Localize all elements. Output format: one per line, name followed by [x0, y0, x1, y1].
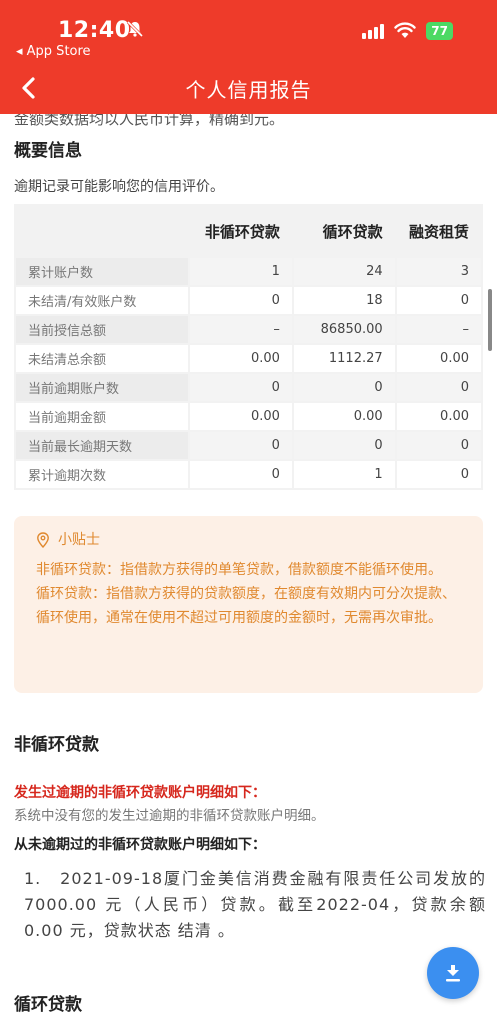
revolving-title: 循环贷款 — [14, 995, 82, 1015]
report-content[interactable]: 金额类数据均以人民币计算，精确到元。 概要信息 逾期记录可能影响您的信用评价。 … — [0, 114, 497, 1030]
back-to-app-store[interactable]: ◂ App Store — [16, 44, 91, 59]
cell: 0.00 — [396, 403, 481, 430]
column-header: 融资租赁 — [396, 206, 481, 256]
battery-level: 77 — [426, 22, 453, 40]
tip-non-revolving: 非循环贷款：指借款方获得的单笔贷款，借款额度不能循环使用。 — [36, 562, 442, 578]
table-header-row: 非循环贷款 循环贷款 融资租赁 — [16, 206, 481, 256]
table-row: 累计账户数 1 24 3 — [16, 258, 481, 285]
row-label: 当前逾期账户数 — [16, 374, 188, 401]
row-label: 当前授信总额 — [16, 316, 188, 343]
cell: 1 — [190, 258, 292, 285]
summary-title: 概要信息 — [14, 141, 82, 161]
app-header: 12:40 ◂ App Store 77 个人信用报告 — [0, 0, 497, 114]
cell: 0 — [293, 374, 395, 401]
wifi-icon — [394, 22, 416, 38]
table-row: 当前逾期金额 0.00 0.00 0.00 — [16, 403, 481, 430]
status-indicators: 77 — [362, 22, 453, 40]
account-detail: 1. 2021-09-18厦门金美信消费金融有限责任公司发放的 7000.00 … — [24, 869, 486, 940]
cell: 18 — [293, 287, 395, 314]
row-label: 未结清/有效账户数 — [16, 287, 188, 314]
summary-hint: 逾期记录可能影响您的信用评价。 — [14, 179, 224, 195]
overdue-title: 发生过逾期的非循环贷款账户明细如下： — [14, 785, 266, 801]
cell: 86850.00 — [293, 316, 395, 343]
cell: 1112.27 — [293, 345, 395, 372]
cell: 0 — [190, 461, 292, 488]
status-time: 12:40 — [58, 18, 131, 43]
cell: 3 — [396, 258, 481, 285]
summary-table: 非循环贷款 循环贷款 融资租赁 累计账户数 1 24 3 未结清/有效账户数 0 18 0 … — [14, 204, 483, 490]
non-revolving-title: 非循环贷款 — [14, 735, 99, 755]
tips-header: 小贴士 — [36, 528, 461, 552]
row-label: 未结清总余额 — [16, 345, 188, 372]
cell: 0 — [190, 287, 292, 314]
cell: 0.00 — [190, 403, 292, 430]
cell: 0 — [190, 432, 292, 459]
cell: – — [190, 316, 292, 343]
row-label: 当前逾期金额 — [16, 403, 188, 430]
table-header-empty — [16, 206, 188, 256]
row-label: 当前最长逾期天数 — [16, 432, 188, 459]
cell: 0 — [293, 432, 395, 459]
page-title: 个人信用报告 — [185, 78, 312, 102]
cell: 0 — [396, 374, 481, 401]
cell: 0 — [396, 461, 481, 488]
scrollbar[interactable] — [488, 289, 492, 351]
tip-revolving: 循环贷款：指借款方获得的贷款额度，在额度有效期内可分次提款、循环使用，通常在使用… — [36, 586, 456, 626]
cell: 0.00 — [293, 403, 395, 430]
table-row: 当前逾期账户数 0 0 0 — [16, 374, 481, 401]
cell: 0 — [190, 374, 292, 401]
tips-box: 小贴士 非循环贷款：指借款方获得的单笔贷款，借款额度不能循环使用。 循环贷款：指… — [14, 516, 483, 693]
table-row: 未结清/有效账户数 0 18 0 — [16, 287, 481, 314]
normal-accounts-title: 从未逾期过的非循环贷款账户明细如下： — [14, 837, 266, 853]
signal-icon — [362, 23, 385, 39]
cell: 1 — [293, 461, 395, 488]
download-button[interactable] — [427, 947, 479, 999]
cell: 0 — [396, 432, 481, 459]
column-header: 非循环贷款 — [190, 206, 292, 256]
table-row: 当前最长逾期天数 0 0 0 — [16, 432, 481, 459]
table-row: 累计逾期次数 0 1 0 — [16, 461, 481, 488]
cell: 0 — [396, 287, 481, 314]
overdue-empty-text: 系统中没有您的发生过逾期的非循环贷款账户明细。 — [14, 808, 325, 824]
table-row: 当前授信总额 –86850.00– — [16, 316, 481, 343]
cell: 24 — [293, 258, 395, 285]
bell-mute-icon — [126, 20, 144, 43]
location-pin-icon — [37, 532, 49, 548]
download-icon — [446, 965, 460, 982]
cell: 0.00 — [190, 345, 292, 372]
table-row: 未结清总余额 0.00 1112.27 0.00 — [16, 345, 481, 372]
row-label: 累计账户数 — [16, 258, 188, 285]
column-header: 循环贷款 — [293, 206, 395, 256]
row-label: 累计逾期次数 — [16, 461, 188, 488]
intro-text: 金额类数据均以人民币计算，精确到元。 — [14, 114, 285, 128]
cell: 0.00 — [396, 345, 481, 372]
cell: – — [396, 316, 481, 343]
tips-title: 小贴士 — [58, 532, 100, 548]
